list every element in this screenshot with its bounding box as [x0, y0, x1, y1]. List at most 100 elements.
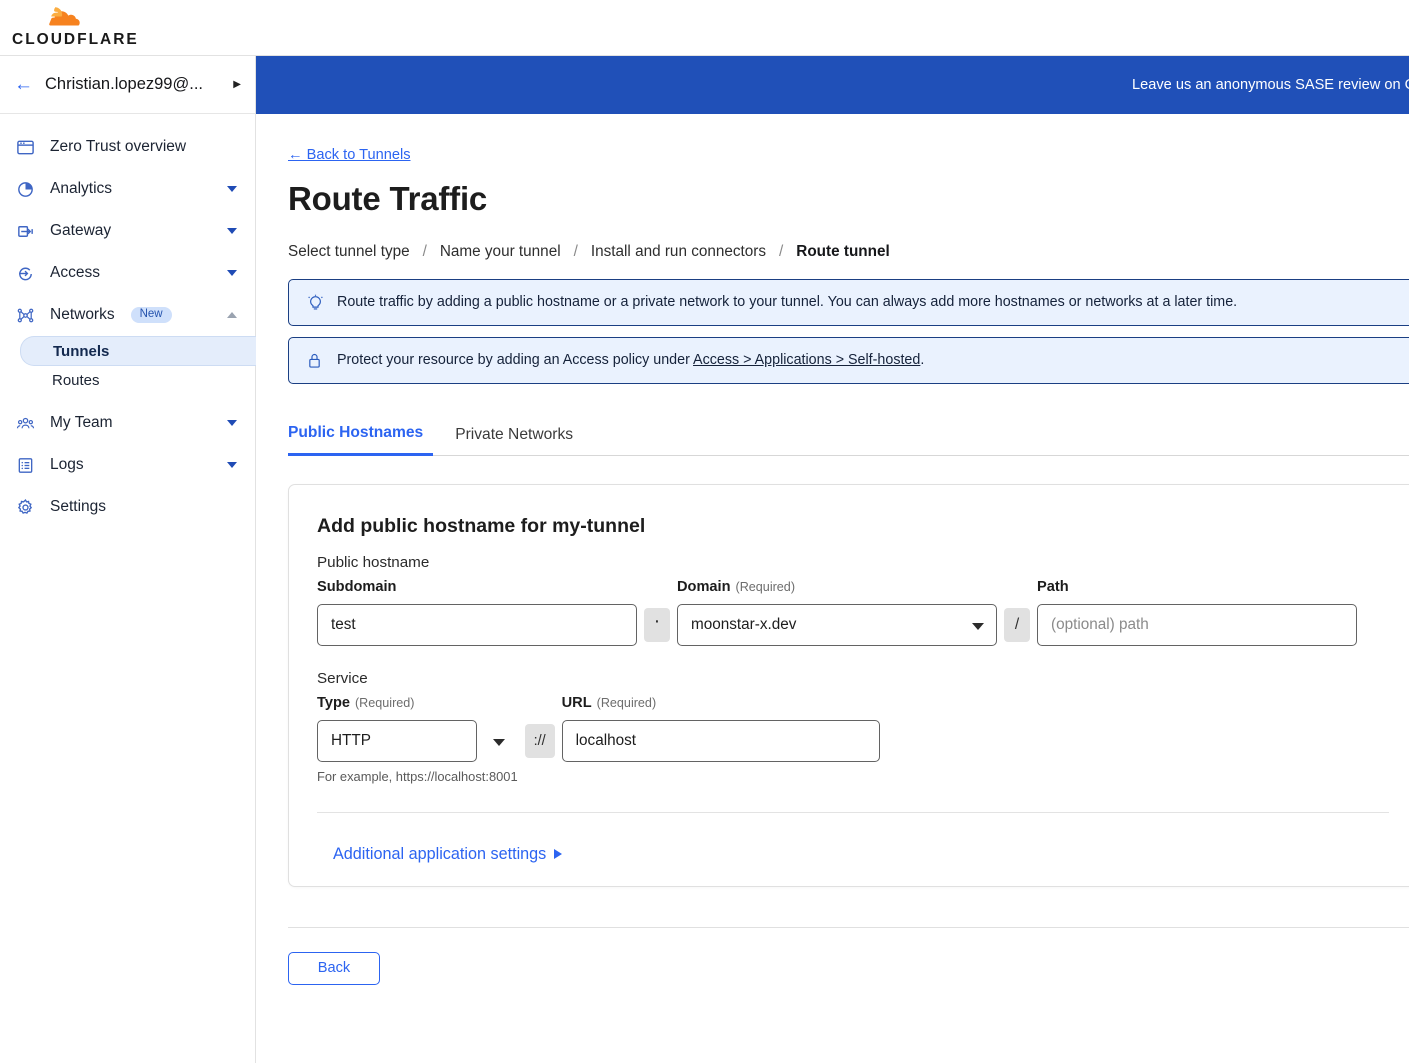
sidebar-item-gateway[interactable]: Gateway	[0, 210, 255, 252]
tab-public-hostnames[interactable]: Public Hostnames	[288, 424, 434, 456]
sidebar-item-analytics[interactable]: Analytics	[0, 168, 255, 210]
domain-label: Domain (Required)	[677, 579, 997, 595]
chevron-up-icon[interactable]	[227, 312, 237, 318]
network-nodes-icon	[14, 304, 36, 326]
service-field-row: Type (Required) HTTP For example, https:/…	[317, 695, 1389, 784]
sidebar-subitem-label: Tunnels	[53, 342, 110, 360]
card-title: Add public hostname for my-tunnel	[317, 514, 646, 537]
sidebar-item-logs[interactable]: Logs	[0, 444, 255, 486]
cloudflare-cloud-icon	[12, 7, 124, 31]
domain-required-note: (Required)	[735, 579, 796, 594]
promo-banner-text: Leave us an anonymous SASE review on Gar…	[1132, 77, 1409, 93]
sidebar-item-settings[interactable]: Settings	[0, 486, 255, 528]
breadcrumb-item-install-and-run-connectors[interactable]: Install and run connectors	[591, 243, 766, 261]
alert-text-after: .	[920, 352, 925, 369]
sidebar-subitem-label: Routes	[52, 371, 100, 389]
chevron-down-icon[interactable]	[227, 228, 237, 234]
sidebar-item-networks[interactable]: Networks New	[0, 294, 255, 336]
url-input[interactable]	[561, 719, 880, 762]
sidebar-item-my-team[interactable]: My Team	[0, 402, 255, 444]
add-public-hostname-card: Add public hostname for my-tunnel Public…	[288, 483, 1409, 887]
breadcrumb-separator: /	[779, 243, 784, 260]
access-arrow-icon	[14, 262, 36, 284]
type-select[interactable]: HTTP	[317, 719, 477, 762]
chevron-down-icon[interactable]	[227, 420, 237, 426]
domain-select-wrap: moonstar-x.dev	[677, 603, 997, 646]
chevron-down-icon[interactable]	[227, 462, 237, 468]
gateway-arrow-icon	[14, 220, 36, 242]
new-badge: New	[130, 306, 172, 324]
sidebar-item-access[interactable]: Access	[0, 252, 255, 294]
info-alert-text: Protect your resource by adding an Acces…	[337, 350, 924, 370]
url-label-text: URL	[561, 694, 592, 711]
type-required-note: (Required)	[354, 695, 415, 710]
sidebar-item-label: Logs	[50, 456, 84, 473]
alert-text-before: Protect your resource by adding an Acces…	[337, 352, 694, 369]
hostname-field-row: Subdomain · Domain (Required) moonstar-x.…	[317, 579, 1389, 646]
breadcrumb: Select tunnel type / Name your tunnel / …	[288, 243, 1409, 261]
type-select-wrap: HTTP	[317, 719, 518, 762]
subdomain-field-group: Subdomain	[317, 579, 637, 646]
url-label: URL (Required)	[562, 695, 880, 711]
cloudflare-wordmark: CLOUDFLARE	[12, 31, 139, 49]
path-label: Path	[1037, 578, 1069, 595]
main-content: Leave us an anonymous SASE review on Gar…	[256, 55, 1409, 1063]
page-content: ← Back to Tunnels Route Traffic Select t…	[256, 114, 1409, 985]
breadcrumb-separator: /	[422, 243, 427, 260]
breadcrumb-separator: /	[573, 243, 578, 260]
page-title: Route Traffic	[288, 180, 488, 217]
cloudflare-logo[interactable]: CLOUDFLARE	[12, 7, 139, 48]
pie-chart-icon	[14, 178, 36, 200]
subdomain-label: Subdomain	[317, 578, 397, 595]
sidebar-item-label: Zero Trust overview	[50, 138, 187, 155]
sidebar-item-label: My Team	[50, 414, 113, 431]
subdomain-input[interactable]	[317, 603, 637, 646]
arrow-left-icon[interactable]: ←	[14, 75, 33, 94]
url-helper-text: For example, https://localhost:8001	[317, 768, 518, 784]
domain-label-text: Domain	[677, 578, 731, 595]
path-input[interactable]	[1037, 603, 1357, 646]
chevron-down-icon	[492, 738, 505, 746]
back-button[interactable]: Back	[288, 951, 380, 985]
sidebar-nav: Zero Trust overview Analytics Gateway Ac…	[0, 114, 256, 528]
public-hostname-section-label: Public hostname	[317, 553, 430, 571]
type-label: Type (Required)	[317, 695, 518, 711]
type-label-text: Type	[317, 694, 350, 711]
window-icon	[14, 136, 36, 158]
sidebar-item-label: Access	[50, 264, 100, 281]
sidebar-item-label: Analytics	[50, 180, 113, 197]
chevron-right-icon	[554, 849, 563, 859]
path-field-group: Path	[1037, 579, 1357, 646]
info-alert-access-policy: Protect your resource by adding an Acces…	[288, 337, 1409, 384]
sidebar-item-label: Settings	[50, 498, 107, 515]
info-alert-route-traffic: Route traffic by adding a public hostnam…	[288, 279, 1409, 326]
chevron-down-icon[interactable]	[227, 270, 237, 276]
footer-divider	[288, 926, 1409, 928]
chevron-down-icon[interactable]	[227, 186, 237, 192]
lock-icon	[307, 352, 325, 370]
back-to-tunnels-link[interactable]: ← Back to Tunnels	[288, 147, 411, 163]
sidebar-item-routes[interactable]: Routes	[0, 366, 255, 394]
app-header: CLOUDFLARE	[0, 0, 1409, 55]
url-required-note: (Required)	[596, 695, 657, 710]
type-field-group: Type (Required) HTTP For example, https:/…	[317, 695, 518, 784]
sidebar-item-label: Gateway	[50, 222, 112, 239]
tab-bar: Public Hostnames Private Networks	[288, 424, 1409, 456]
tab-private-networks[interactable]: Private Networks	[455, 426, 583, 455]
domain-select[interactable]: moonstar-x.dev	[677, 603, 997, 646]
dot-separator: ·	[644, 607, 670, 642]
account-selector[interactable]: ← Christian.lopez99@... ▶	[0, 56, 255, 114]
account-name: Christian.lopez99@...	[45, 75, 203, 93]
additional-settings-label: Additional application settings	[333, 844, 547, 863]
sidebar-item-tunnels[interactable]: Tunnels	[20, 336, 256, 366]
additional-application-settings-toggle[interactable]: Additional application settings	[333, 844, 563, 864]
gear-icon	[14, 496, 36, 518]
chevron-right-icon[interactable]: ▶	[233, 79, 241, 90]
access-applications-selfhosted-link[interactable]: Access > Applications > Self-hosted	[693, 352, 920, 368]
info-alert-text: Route traffic by adding a public hostnam…	[337, 294, 1238, 311]
lightbulb-icon	[307, 294, 325, 312]
promo-banner[interactable]: Leave us an anonymous SASE review on Gar…	[256, 56, 1409, 114]
breadcrumb-item-select-tunnel-type[interactable]: Select tunnel type	[288, 243, 410, 261]
sidebar-item-zero-trust-overview[interactable]: Zero Trust overview	[0, 126, 255, 168]
breadcrumb-item-name-your-tunnel[interactable]: Name your tunnel	[440, 243, 561, 261]
